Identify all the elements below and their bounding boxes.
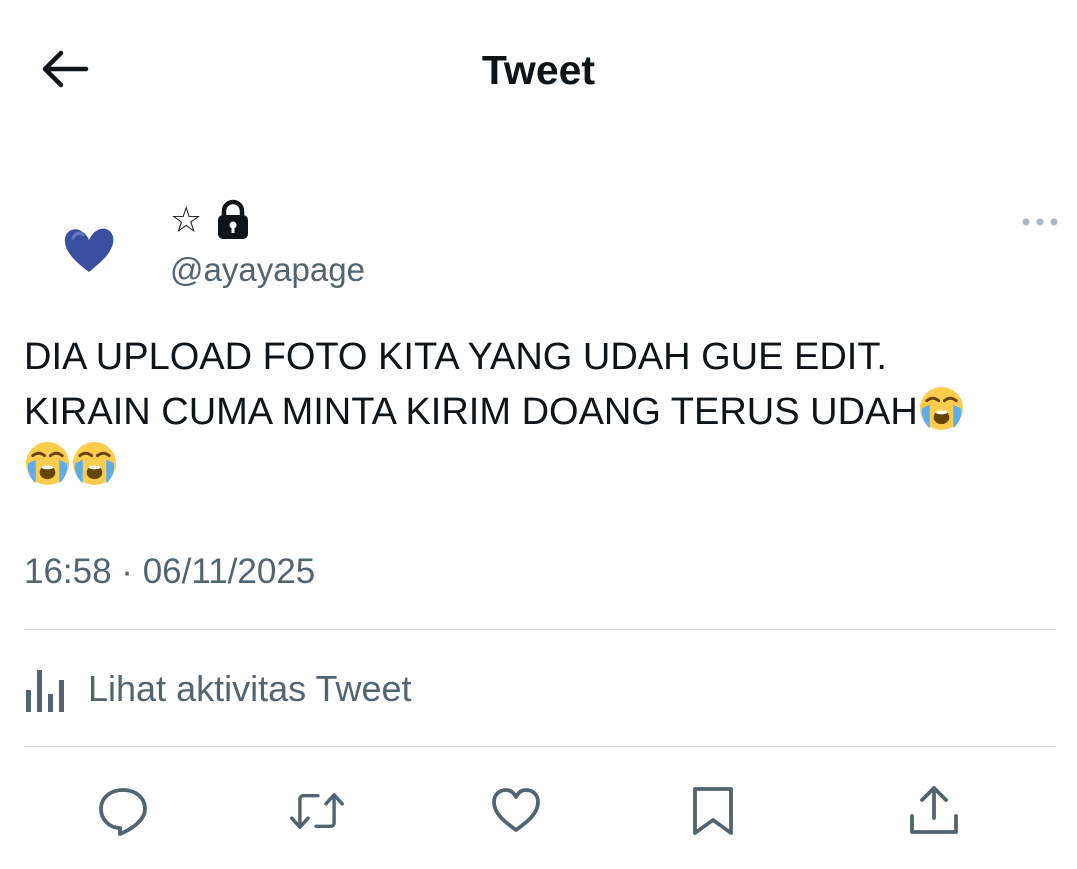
blue-heart-icon[interactable] [58,218,120,280]
retweet-button[interactable] [290,784,344,838]
bookmark-icon [693,787,733,835]
author-name-row[interactable]: ☆ [170,198,250,242]
tweet-line: DIA UPLOAD FOTO KITA YANG UDAH GUE EDIT. [24,336,887,378]
display-name: ☆ [170,199,203,240]
retweet-icon [290,793,344,829]
reply-button[interactable] [96,784,150,838]
tweet-activity-link[interactable]: Lihat aktivitas Tweet [24,662,412,716]
bookmark-button[interactable] [686,784,740,838]
more-horizontal-icon[interactable] [1020,212,1060,232]
share-icon [910,786,958,834]
like-button[interactable] [489,784,543,838]
lock-icon [218,199,249,239]
share-button[interactable] [907,784,961,838]
tweet-timestamp[interactable]: 16:58 · 06/11/2025 [24,550,315,594]
divider [24,746,1056,747]
activity-label: Lihat aktivitas Tweet [88,668,412,709]
divider [24,629,1056,630]
page-title: Tweet [481,47,596,93]
loudly-crying-face-emoji [918,385,965,432]
tweet-text: DIA UPLOAD FOTO KITA YANG UDAH GUE EDIT.… [24,330,1064,495]
top-bar: Tweet [0,0,1077,140]
reply-icon [99,788,147,836]
bar-chart-icon [26,670,64,712]
tweet-line-text: KIRAIN CUMA MINTA KIRIM DOANG TERUS UDAH [24,391,918,433]
heart-icon [492,788,540,832]
loudly-crying-face-emoji [71,440,118,487]
loudly-crying-face-emoji [24,440,71,487]
tweet-line: KIRAIN CUMA MINTA KIRIM DOANG TERUS UDAH [24,385,1064,440]
tweet-line [24,440,1064,495]
user-handle[interactable]: @ayayapage [170,250,365,290]
